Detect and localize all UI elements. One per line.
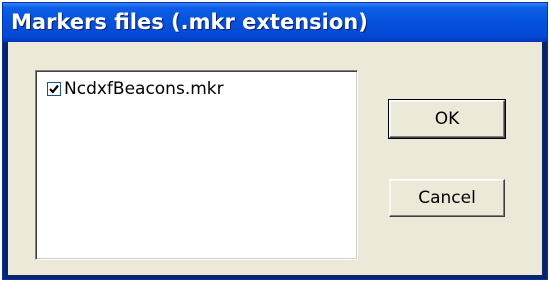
- window-title: Markers files (.mkr extension): [11, 10, 368, 34]
- list-item[interactable]: NcdxfBeacons.mkr: [47, 78, 224, 100]
- marker-file-checkbox[interactable]: [47, 82, 61, 96]
- marker-file-name: NcdxfBeacons.mkr: [64, 79, 224, 99]
- cancel-button[interactable]: Cancel: [389, 179, 505, 217]
- checkmark-icon: [49, 84, 59, 94]
- dialog-client-area: NcdxfBeacons.mkr OK Cancel: [8, 42, 542, 275]
- dialog-window: Markers files (.mkr extension) NcdxfBeac…: [2, 2, 548, 280]
- ok-button[interactable]: OK: [388, 99, 506, 139]
- markers-file-list[interactable]: NcdxfBeacons.mkr: [35, 70, 358, 260]
- title-bar[interactable]: Markers files (.mkr extension): [3, 3, 547, 42]
